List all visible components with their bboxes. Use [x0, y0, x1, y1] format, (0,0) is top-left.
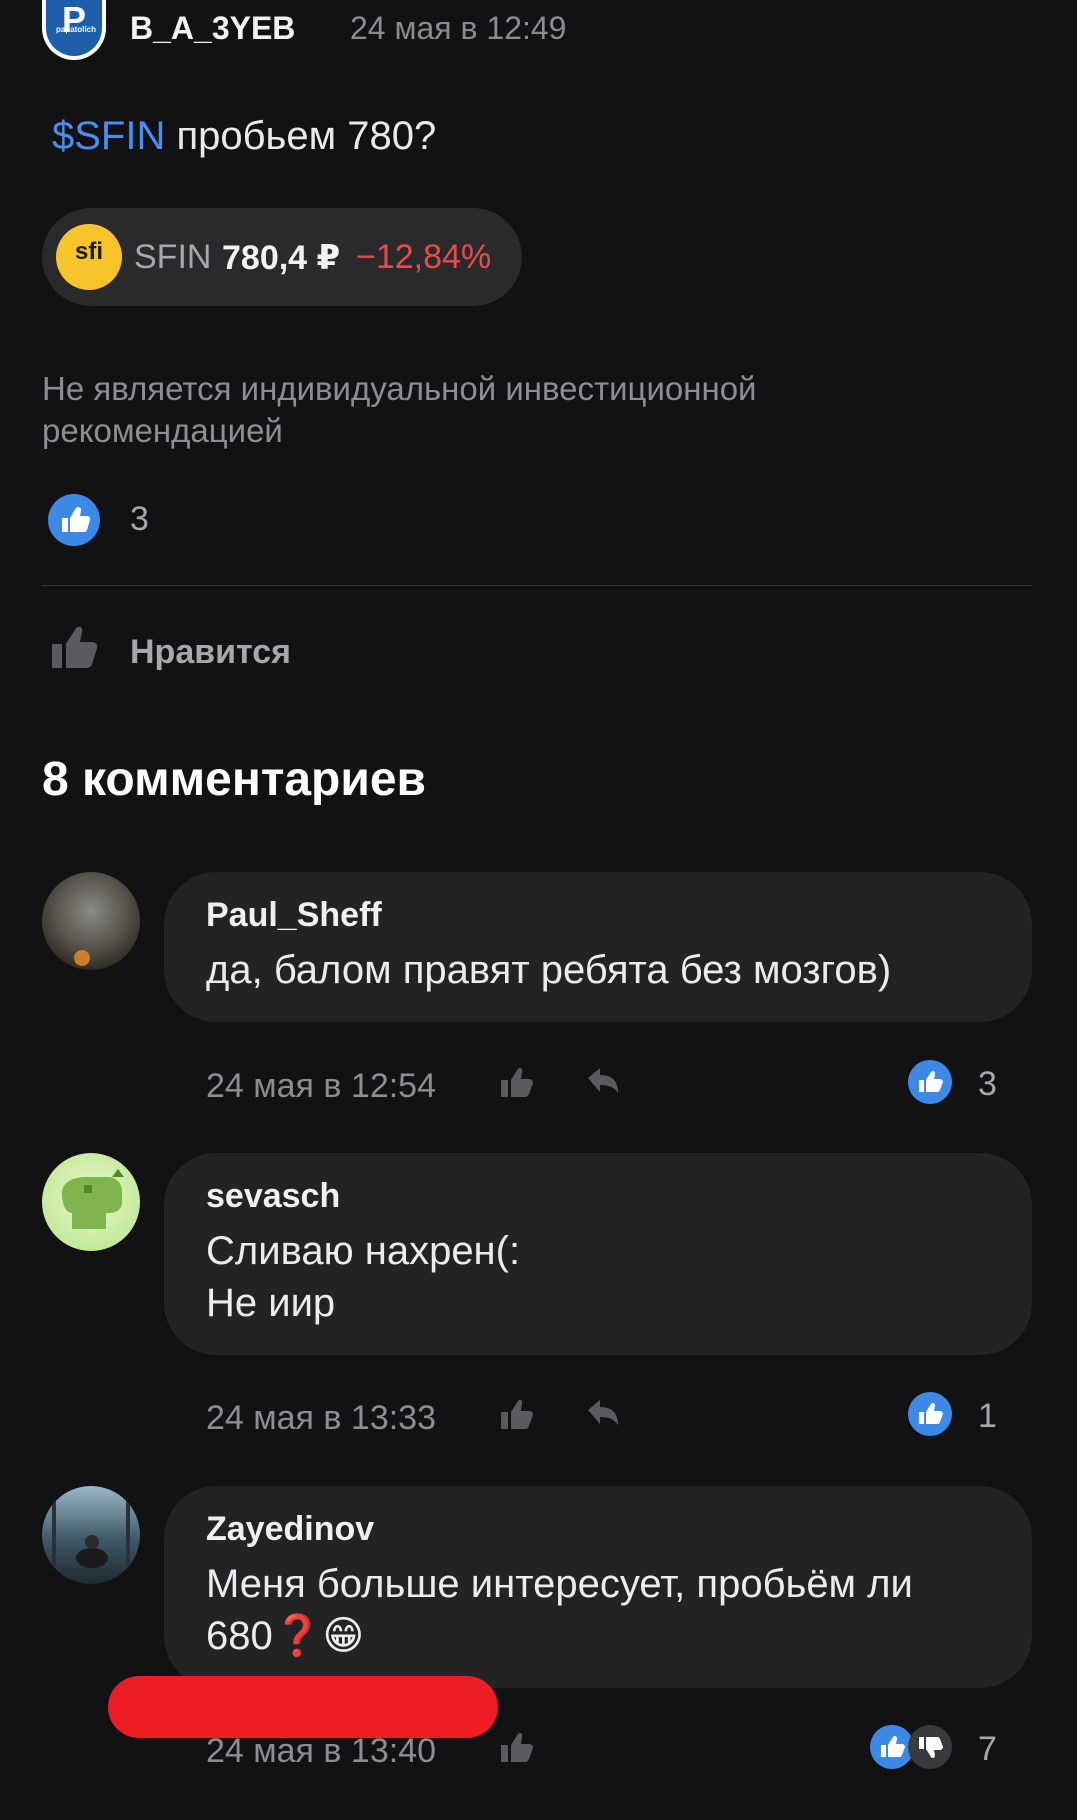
avatar-logo: P papatolich — [46, 0, 102, 56]
redaction-mark — [108, 1676, 498, 1738]
thumbs-up-icon[interactable] — [48, 620, 102, 674]
disclaimer: Не является индивидуальной инвестиционно… — [42, 370, 757, 449]
comment-text: Меня больше интересует, пробьём ли 680❓😁 — [206, 1562, 913, 1658]
thumbs-up-icon[interactable] — [498, 1063, 536, 1101]
logo-text: sfi — [74, 238, 103, 265]
comment-bubble: Paul_Sheff да, балом правят ребята без м… — [164, 872, 1032, 1022]
comment-text: Сливаю нахрен(: Не иир — [206, 1229, 521, 1325]
comment-author[interactable]: Paul_Sheff — [206, 896, 382, 935]
post-text-rest: пробьем 780? — [165, 114, 437, 158]
post-date: 24 мая в 12:49 — [350, 10, 567, 46]
ticker-change: −12,84% — [356, 238, 492, 276]
post-author[interactable]: B_A_3YEB — [130, 10, 295, 47]
comment-date: 24 мая в 13:33 — [206, 1399, 436, 1437]
reply-icon[interactable] — [584, 1063, 622, 1101]
comment-date: 24 мая в 13:40 — [206, 1732, 436, 1770]
commenter-avatar[interactable] — [42, 1486, 140, 1584]
comment-bubble: Zayedinov Меня больше интересует, пробьё… — [164, 1486, 1032, 1688]
avatar-caption: papatolich — [56, 25, 97, 34]
ticker-card[interactable]: sfi SFIN 780,4 ₽ −12,84% — [42, 208, 522, 306]
ticker-symbol: SFIN — [134, 238, 212, 276]
sfi-logo-icon: sfi — [56, 224, 122, 290]
post-likes-count: 3 — [130, 500, 149, 538]
comment-author[interactable]: Zayedinov — [206, 1510, 374, 1549]
commenter-avatar[interactable] — [42, 1153, 140, 1251]
thumbs-up-icon[interactable] — [498, 1395, 536, 1433]
thumbs-down-icon — [908, 1725, 952, 1769]
ticker-link[interactable]: $SFIN — [52, 114, 165, 158]
thumbs-up-icon[interactable] — [498, 1728, 536, 1766]
ticker-price: 780,4 ₽ — [222, 239, 341, 277]
comment-text: да, балом правят ребята без мозгов) — [206, 948, 892, 992]
thumbs-up-icon — [908, 1392, 952, 1436]
comment-date: 24 мая в 12:54 — [206, 1067, 436, 1105]
comment-likes-count: 1 — [978, 1397, 997, 1435]
commenter-avatar[interactable] — [42, 872, 140, 970]
thumbs-up-icon — [908, 1060, 952, 1104]
post-text: $SFIN пробьем 780? — [52, 114, 436, 159]
comment-author[interactable]: sevasch — [206, 1177, 340, 1216]
thumbs-up-icon — [48, 494, 100, 546]
divider — [42, 585, 1032, 586]
comments-heading: 8 комментариев — [42, 753, 427, 806]
comment-bubble: sevasch Сливаю нахрен(: Не иир — [164, 1153, 1032, 1355]
reply-icon[interactable] — [584, 1395, 622, 1433]
author-avatar[interactable]: P papatolich — [42, 0, 106, 60]
comment-likes-count: 7 — [978, 1730, 997, 1768]
like-button[interactable]: Нравится — [130, 633, 291, 672]
comment-likes-count: 3 — [978, 1065, 997, 1103]
